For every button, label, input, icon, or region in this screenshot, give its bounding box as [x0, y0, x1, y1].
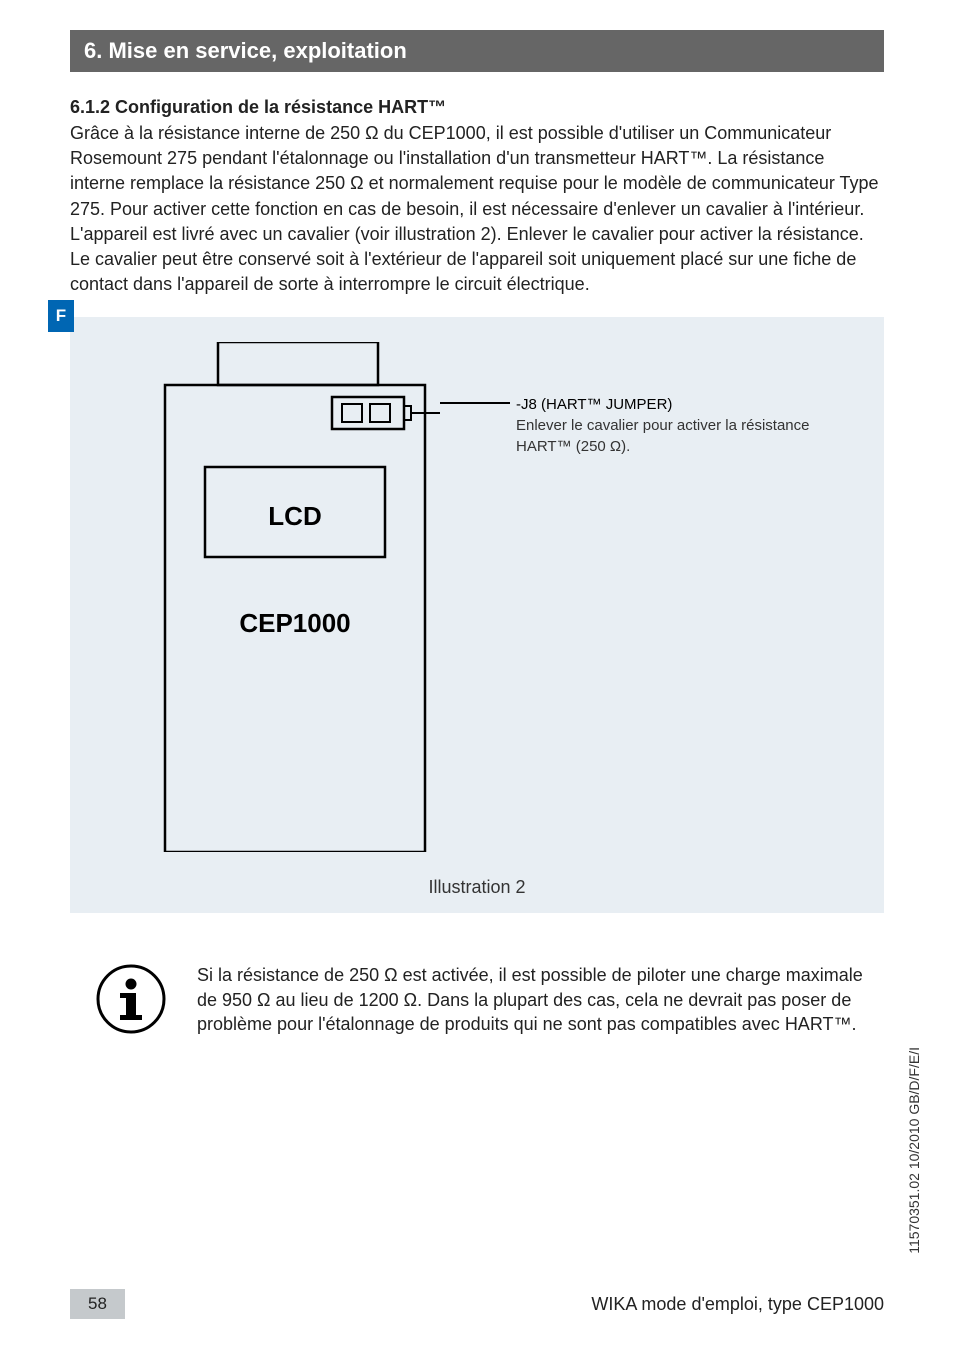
- footer-text: WIKA mode d'emploi, type CEP1000: [125, 1294, 884, 1315]
- info-note-text: Si la résistance de 250 Ω est activée, i…: [197, 963, 874, 1036]
- svg-text:LCD: LCD: [268, 501, 321, 531]
- info-note-box: Si la résistance de 250 Ω est activée, i…: [95, 963, 874, 1040]
- connector-line-icon: [440, 402, 510, 404]
- subsection-title: 6.1.2 Configuration de la résistance HAR…: [70, 97, 884, 118]
- body-paragraph: Grâce à la résistance interne de 250 Ω d…: [70, 121, 884, 297]
- jumper-heading: -J8 (HART™ JUMPER): [516, 394, 809, 415]
- svg-text:CEP1000: CEP1000: [239, 608, 350, 638]
- page-footer: 58 WIKA mode d'emploi, type CEP1000: [70, 1289, 884, 1319]
- jumper-description-line1: Enlever le cavalier pour activer la rési…: [516, 415, 809, 436]
- page-number: 58: [70, 1289, 125, 1319]
- jumper-description-line2: HART™ (250 Ω).: [516, 436, 809, 457]
- language-tab: F: [48, 300, 74, 332]
- section-header: 6. Mise en service, exploitation: [70, 30, 884, 72]
- document-reference: 11570351.02 10/2010 GB/D/F/E/I: [906, 1047, 922, 1254]
- illustration-caption: Illustration 2: [90, 877, 864, 898]
- illustration-panel: LCD CEP1000 -J8 (HART™ JUMPER) Enlever l…: [70, 317, 884, 913]
- device-diagram: LCD CEP1000: [150, 342, 440, 857]
- jumper-callout: -J8 (HART™ JUMPER) Enlever le cavalier p…: [440, 342, 864, 457]
- info-icon: [95, 963, 167, 1040]
